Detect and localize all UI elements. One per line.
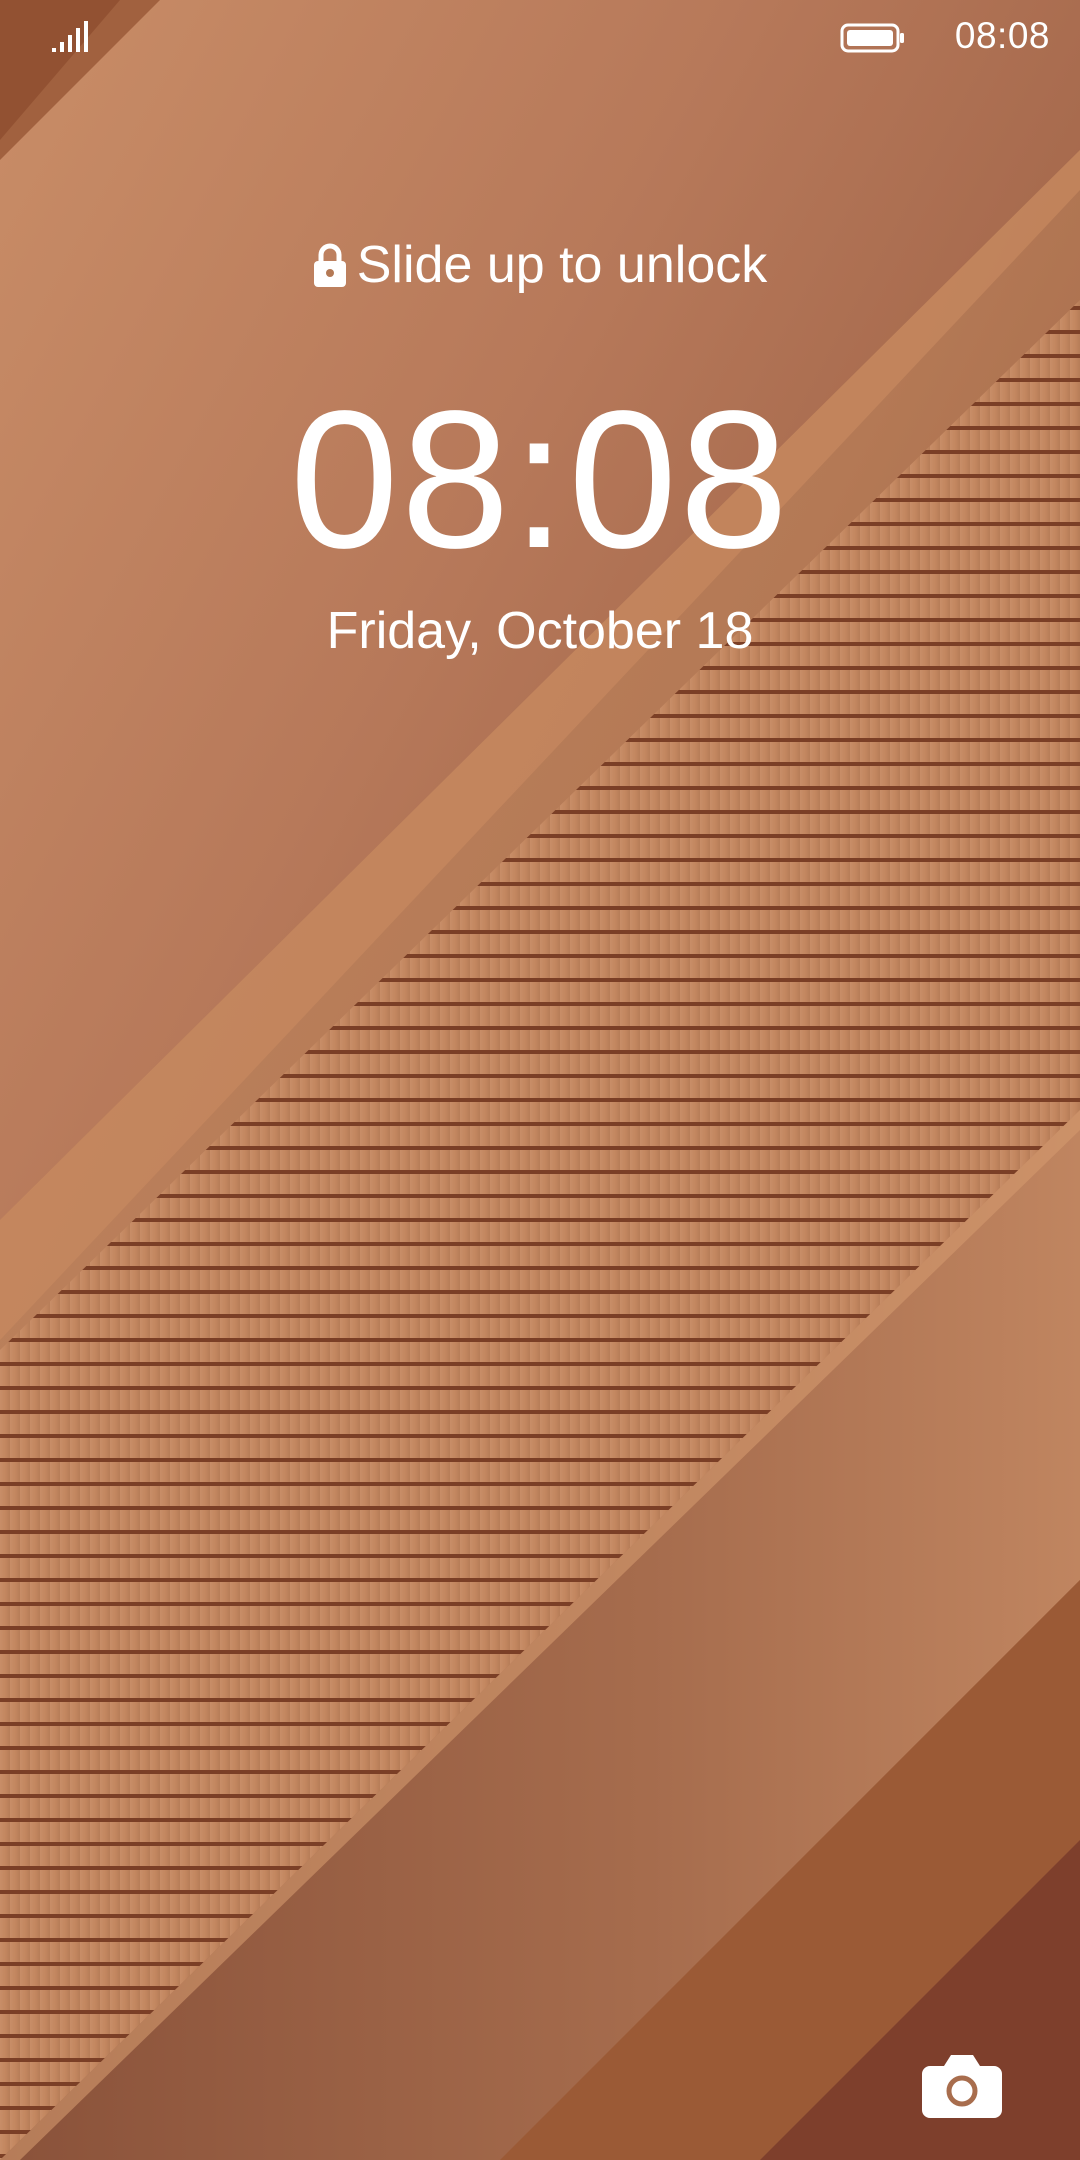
status-bar: 08:08 — [0, 0, 1080, 80]
lockscreen-clock: 08:08 — [289, 370, 791, 589]
lockscreen-date: Friday, October 18 — [326, 602, 754, 660]
camera-button[interactable] — [920, 2050, 1004, 2120]
unlock-hint-label: Slide up to unlock — [356, 236, 768, 294]
signal-icon — [52, 21, 88, 52]
status-time: 08:08 — [954, 15, 1050, 56]
camera-icon — [922, 2055, 1002, 2118]
unlock-hint[interactable]: Slide up to unlock — [0, 230, 1080, 300]
battery-icon — [840, 23, 904, 53]
lock-screen[interactable]: 08:08 Slide up to unlock 08:08 Friday, O… — [0, 0, 1080, 2160]
lock-icon — [313, 243, 346, 287]
wallpaper — [0, 0, 1080, 2160]
